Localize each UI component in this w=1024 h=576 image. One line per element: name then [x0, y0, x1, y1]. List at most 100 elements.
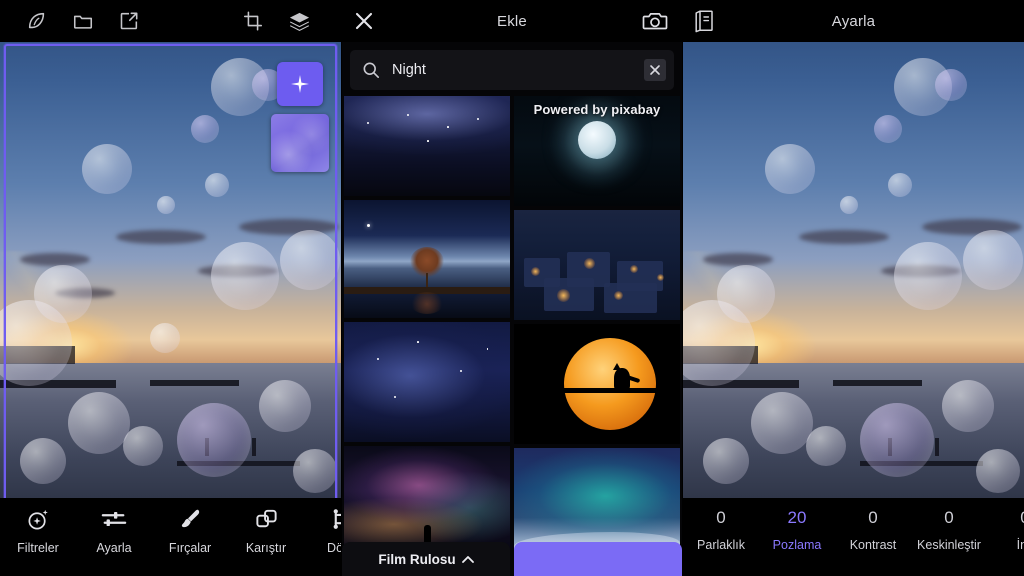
- adjustment-value: 20: [787, 508, 807, 527]
- bokeh: [177, 403, 252, 478]
- bokeh: [717, 264, 776, 323]
- bokeh: [942, 380, 995, 433]
- book-icon[interactable]: [693, 0, 715, 42]
- pier-post: [252, 437, 257, 456]
- clear-search-button[interactable]: [644, 59, 666, 81]
- pier: [150, 380, 239, 387]
- bokeh: [122, 426, 163, 467]
- tool-karistir[interactable]: Karıştır: [228, 506, 304, 555]
- bokeh: [873, 115, 902, 144]
- bokeh: [204, 172, 229, 197]
- transform-icon: [330, 506, 341, 532]
- tool-label: Ayarla: [96, 541, 132, 555]
- bokeh: [887, 172, 912, 197]
- adjustment-value: 0: [1020, 508, 1024, 528]
- adjust-topbar: Ayarla: [683, 0, 1024, 42]
- grid-column-right: Powered by pixabay: [514, 96, 680, 576]
- search-input[interactable]: Night: [380, 62, 644, 78]
- cat-silhouette: [612, 363, 630, 391]
- panel-add-image: Ekle Night Powered by pixabay Film Rulos…: [341, 0, 683, 576]
- bokeh: [962, 230, 1023, 291]
- brush-icon: [178, 506, 203, 532]
- blend-icon: [254, 506, 279, 532]
- bokeh: [839, 195, 858, 214]
- adjust-canvas[interactable]: [683, 0, 1024, 576]
- bokeh: [703, 437, 750, 484]
- bokeh: [20, 437, 67, 484]
- moon-shape: [578, 121, 616, 159]
- pier-post: [935, 437, 940, 456]
- pier: [833, 380, 922, 387]
- folder-icon[interactable]: [60, 0, 106, 42]
- bokeh: [81, 144, 132, 194]
- bokeh: [279, 230, 340, 291]
- adjustment-kontrast[interactable]: 0 Kontrast: [835, 508, 911, 576]
- adjustment-label: Parlaklık: [697, 538, 745, 552]
- stock-thumbnail-orange-moon-cat[interactable]: [514, 324, 680, 444]
- editor-topbar: [0, 0, 341, 42]
- export-icon[interactable]: [106, 0, 152, 42]
- adjustment-value: 0: [868, 508, 878, 527]
- tool-fircalar[interactable]: Fırçalar: [152, 506, 228, 555]
- bokeh: [68, 391, 131, 454]
- tool-filtreler[interactable]: Filtreler: [0, 506, 76, 555]
- leaf-icon[interactable]: [14, 0, 60, 42]
- sliders-icon: [101, 506, 127, 532]
- add-layer-button[interactable]: [277, 62, 323, 106]
- adjustment-inc[interactable]: 0 İnc: [987, 508, 1024, 576]
- tool-ayarla[interactable]: Ayarla: [76, 506, 152, 555]
- film-roll-button[interactable]: Film Rulosu: [342, 542, 510, 576]
- editor-tools-bar: Filtreler Ayarla Fırçalar Karıştır Dö: [0, 498, 341, 576]
- stock-thumbnail-milky-way[interactable]: [344, 96, 510, 196]
- layer-thumbnail[interactable]: [271, 114, 329, 172]
- adjustment-value: 0: [716, 508, 726, 527]
- village-lights: [514, 210, 680, 320]
- film-roll-label: Film Rulosu: [378, 551, 456, 567]
- tool-donustur[interactable]: Dönü: [304, 506, 341, 555]
- adjustment-label: Kontrast: [849, 538, 897, 552]
- app-screenshot: Filtreler Ayarla Fırçalar Karıştır Dö Ek…: [0, 0, 1024, 576]
- chevron-up-icon: [461, 555, 474, 564]
- search-icon: [362, 61, 380, 79]
- stock-thumbnail-full-moon[interactable]: Powered by pixabay: [514, 96, 680, 206]
- bokeh: [211, 241, 280, 310]
- bokeh: [805, 426, 846, 467]
- stock-button[interactable]: [514, 542, 682, 576]
- bokeh: [190, 115, 219, 144]
- search-bar[interactable]: Night: [350, 50, 674, 90]
- bokeh: [34, 264, 93, 323]
- bokeh: [156, 195, 175, 214]
- bokeh: [259, 380, 312, 433]
- tool-label: Dönü: [327, 541, 341, 555]
- grid-column-left: [344, 96, 510, 576]
- page-title: Ekle: [497, 12, 527, 30]
- adjustment-value: 0: [944, 508, 954, 527]
- adjustment-label: İnc: [1016, 538, 1024, 552]
- panel-adjust: Ayarla 0 Parlaklık 20 Pozlama 0 Kontrast…: [683, 0, 1024, 576]
- stock-thumbnail-snow-village[interactable]: [514, 210, 680, 320]
- tool-label: Karıştır: [245, 541, 287, 555]
- adjustment-label: Pozlama: [772, 538, 822, 552]
- stock-image-grid: Powered by pixabay: [342, 96, 682, 576]
- layers-icon[interactable]: [276, 0, 322, 42]
- adjustment-pozlama[interactable]: 20 Pozlama: [759, 508, 835, 576]
- branch-shape: [547, 387, 674, 393]
- layer-controls: [271, 62, 329, 172]
- adjustment-keskinlestir[interactable]: 0 Keskinleştir: [911, 508, 987, 576]
- tree-reflection: [410, 292, 444, 315]
- tool-label: Fırçalar: [168, 541, 212, 555]
- add-topbar: Ekle: [342, 0, 682, 42]
- orange-moon-shape: [564, 338, 657, 430]
- camera-icon[interactable]: [642, 0, 668, 42]
- close-button[interactable]: [352, 0, 376, 42]
- tool-label: Filtreler: [17, 541, 59, 555]
- adjustment-parlaklik[interactable]: 0 Parlaklık: [683, 508, 759, 576]
- stock-thumbnail-starfield[interactable]: [344, 322, 510, 442]
- adjustment-label: Keskinleştir: [917, 538, 981, 552]
- stock-thumbnail-tree-lake[interactable]: [344, 200, 510, 318]
- crop-icon[interactable]: [230, 0, 276, 42]
- bokeh: [764, 144, 815, 194]
- filters-icon: [26, 506, 51, 532]
- page-title: Ayarla: [831, 12, 876, 30]
- bokeh: [894, 241, 963, 310]
